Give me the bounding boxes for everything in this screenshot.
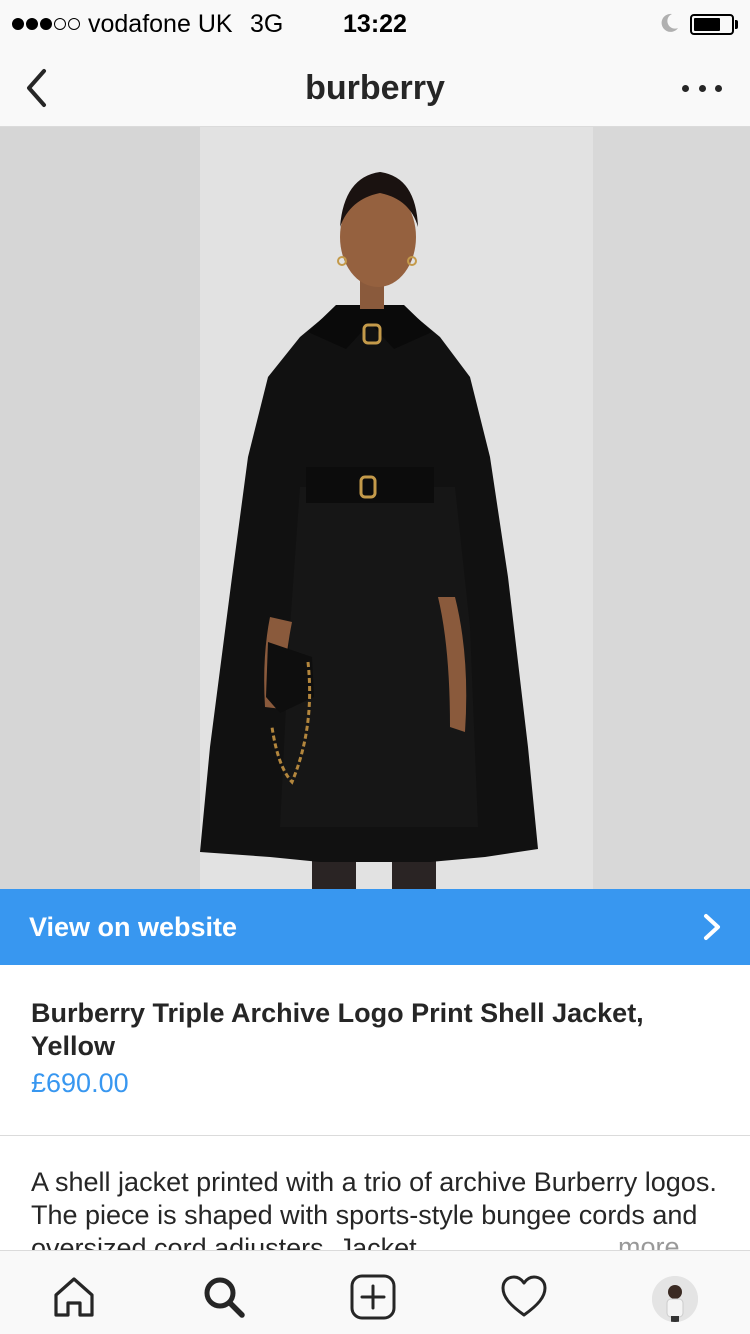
view-on-website-button[interactable]: View on website — [0, 889, 750, 965]
ellipsis-icon[interactable] — [682, 70, 722, 106]
chevron-right-icon — [704, 914, 720, 940]
battery-cap — [735, 20, 738, 29]
status-bar: vodafone UK 3G 13:22 — [0, 0, 750, 50]
product-name: Burberry Triple Archive Logo Print Shell… — [31, 998, 644, 1061]
product-price: £690.00 — [31, 1068, 129, 1098]
moon-icon — [661, 13, 678, 32]
home-icon[interactable] — [50, 1273, 98, 1321]
add-post-icon[interactable] — [349, 1273, 397, 1321]
product-photo[interactable] — [0, 127, 750, 889]
heart-icon[interactable] — [500, 1273, 548, 1321]
battery-icon — [690, 14, 734, 35]
nav-header: burberry — [0, 50, 750, 127]
tab-bar — [0, 1250, 750, 1334]
search-icon[interactable] — [200, 1273, 248, 1321]
divider — [0, 1135, 750, 1136]
page-title: burberry — [305, 69, 445, 107]
avatar[interactable] — [652, 1276, 698, 1322]
clock: 13:22 — [343, 10, 407, 38]
view-on-website-label: View on website — [29, 911, 238, 942]
